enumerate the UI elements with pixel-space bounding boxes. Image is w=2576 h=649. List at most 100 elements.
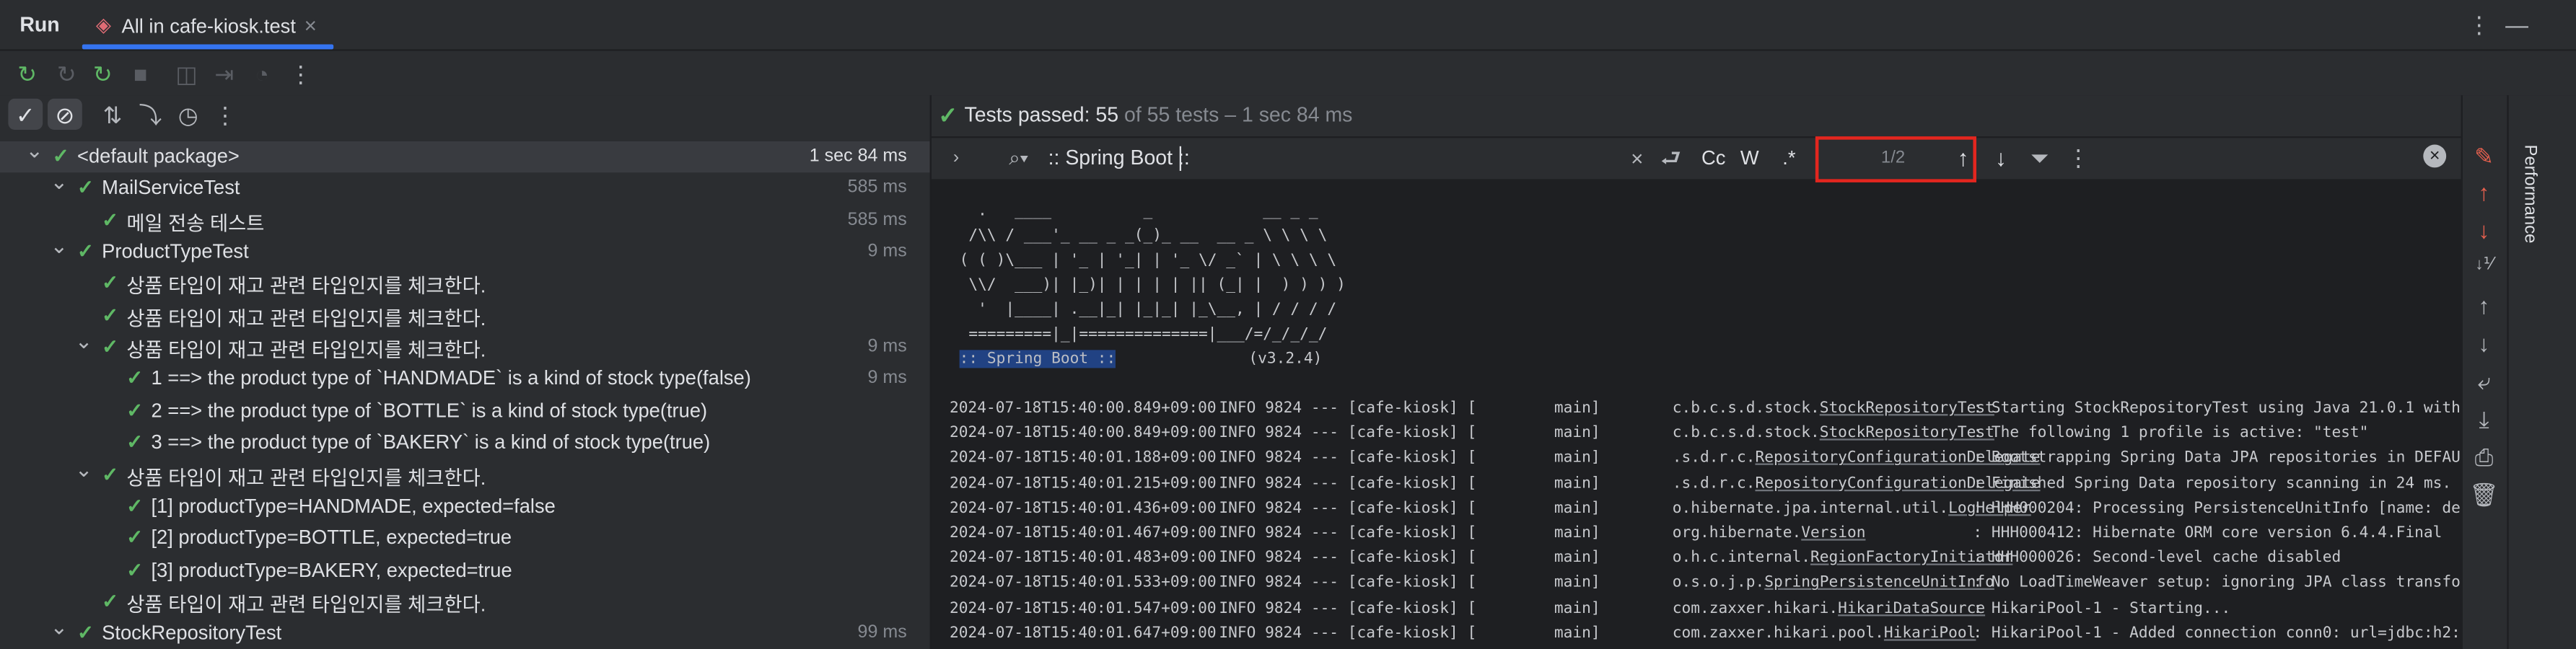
- chevron-down-icon[interactable]: ⌄: [75, 329, 93, 353]
- tab-close-icon[interactable]: ×: [301, 14, 320, 35]
- log-logger-class-link[interactable]: StockRepositoryTest: [1820, 399, 1994, 418]
- chevron-down-icon[interactable]: ⌄: [51, 615, 69, 640]
- trash-icon[interactable]: 🗑: [2469, 483, 2498, 506]
- log-message: : Bootstrapping Spring Data JPA reposito…: [1973, 449, 2461, 467]
- clear-search-icon[interactable]: ×: [1626, 146, 1648, 169]
- clear-all-icon[interactable]: ✎: [2473, 145, 2496, 168]
- stop-icon[interactable]: ■: [128, 61, 153, 85]
- tab-title: All in cafe-kiosk.test: [121, 14, 296, 38]
- log-logger: org.hibernate.Version: [1673, 521, 1866, 545]
- close-search-icon[interactable]: ×: [2423, 144, 2447, 168]
- toggle-auto-test-icon[interactable]: ↻: [90, 61, 115, 85]
- log-lvl: INFO 9824 --- [cafe-kiosk] [: [1219, 599, 1477, 617]
- chevron-down-icon[interactable]: ⌄: [25, 138, 43, 162]
- more-vertical-icon[interactable]: ⋮: [2468, 13, 2491, 36]
- test-tree-row[interactable]: ✓ 3 ==> the product type of `BAKERY` is a…: [0, 428, 930, 459]
- test-name: [3] productType=BAKERY, expected=true: [151, 557, 512, 581]
- performance-tool-button[interactable]: Performance: [2520, 145, 2540, 244]
- export-icon[interactable]: ⇥: [212, 61, 237, 85]
- log-logger-class-link[interactable]: SpringPersistenceUnitInfo: [1764, 574, 1994, 592]
- whole-words-toggle[interactable]: W: [1738, 146, 1761, 169]
- tests-passed-label: Tests passed: 55: [964, 103, 1119, 127]
- screenshot-icon[interactable]: ◫: [174, 61, 198, 85]
- log-lvl: INFO 9824 --- [cafe-kiosk] [: [1219, 645, 1476, 649]
- search-more-icon[interactable]: ⋮: [2067, 145, 2090, 169]
- test-history-icon[interactable]: ◷: [176, 102, 201, 126]
- chevron-down-icon[interactable]: ⌄: [51, 234, 69, 258]
- show-ignored-icon[interactable]: ⊘: [53, 102, 77, 126]
- scroll-to-end-icon[interactable]: ⤓: [2473, 407, 2496, 431]
- chevron-down-icon[interactable]: ⌄: [51, 169, 69, 194]
- soft-wrap-icon[interactable]: ⤶: [2473, 370, 2496, 393]
- minimize-icon[interactable]: —: [2505, 13, 2528, 36]
- log-thr: main]: [1554, 499, 1600, 518]
- test-name: 3 ==> the product type of `BAKERY` is a …: [151, 431, 711, 454]
- search-history-icon[interactable]: ⌕▾: [1004, 146, 1033, 169]
- log-logger-package: com.zaxxer.hikari.pool.: [1672, 624, 1884, 643]
- right-tool-strip: [2507, 95, 2576, 649]
- collapse-all-icon[interactable]: ⤵: [138, 102, 162, 126]
- match-case-toggle[interactable]: Cc: [1699, 146, 1728, 169]
- test-tree-row[interactable]: ✓ [3] productType=BAKERY, expected=true: [0, 555, 930, 586]
- banner-line: ' |____| .__|_| |_|_| |_\__, | / / / /: [959, 300, 1337, 319]
- test-tree-row[interactable]: ⌄ ✓ 상품 타입이 재고 관련 타입인지를 체크한다.: [0, 456, 930, 490]
- coverage-icon[interactable]: ◔: [250, 61, 274, 85]
- search-input[interactable]: :: Spring Boot ::: [1048, 146, 1190, 169]
- console-output[interactable]: . ____ _ __ _ _ /\\ / ___'_ __ _ _(_)_ _…: [950, 199, 2461, 649]
- log-ts: 2024-07-18T15:40:01.483+09:00: [949, 549, 1217, 568]
- test-tree-row[interactable]: ⌄ ✓ StockRepositoryTest 99 ms: [0, 615, 930, 649]
- log-logger-class-link[interactable]: StockRepositoryTest: [1820, 424, 1994, 442]
- test-tree-row[interactable]: ✓ 1 ==> the product type of `HANDMADE` is…: [0, 364, 930, 395]
- rerun-failed-icon[interactable]: ↻: [54, 61, 79, 85]
- print-icon[interactable]: ⎙: [2473, 445, 2496, 468]
- test-passed-icon: ✓: [76, 176, 94, 200]
- up-icon[interactable]: ↑: [2473, 294, 2496, 317]
- toolbar-more-icon[interactable]: ⋮: [289, 61, 312, 85]
- test-name: 상품 타입이 재고 관련 타입인지를 체크한다.: [126, 593, 486, 617]
- test-tree-row[interactable]: ⌄ ✓ ProductTypeTest 9 ms: [0, 234, 930, 268]
- log-ts: 2024-07-18T15:40:01.533+09:00: [949, 574, 1217, 593]
- test-name: StockRepositoryTest: [102, 621, 282, 645]
- next-occurrence-icon[interactable]: ↓: [1989, 145, 2012, 169]
- log-logger-package: o.hibernate.jpa.internal.util.: [1672, 499, 1949, 518]
- log-logger-class-link[interactable]: Version: [1801, 524, 1865, 542]
- down-icon[interactable]: ↓: [2473, 332, 2496, 355]
- banner-spring-boot-line: :: Spring Boot :: (v3.2.4): [959, 347, 1322, 371]
- test-passed-icon: ✓: [126, 431, 144, 454]
- tree-more-icon[interactable]: ⋮: [214, 102, 237, 126]
- sort-descending-icon[interactable]: ↓⅟: [2473, 255, 2496, 278]
- chevron-down-icon[interactable]: ⌄: [75, 456, 93, 480]
- test-duration: 9 ms: [867, 337, 907, 357]
- log-message: : No LoadTimeWeaver setup: ignoring JPA …: [1973, 574, 2461, 593]
- log-lvl: INFO 9824 --- [cafe-kiosk] [: [1219, 624, 1477, 643]
- rerun-icon[interactable]: ↻: [14, 61, 39, 85]
- test-tree-row[interactable]: ⌄ ✓ <default package> 1 sec 84 ms: [0, 138, 930, 173]
- next-failure-icon[interactable]: ↓: [2473, 218, 2496, 242]
- sort-alphabetically-icon[interactable]: ⇅: [100, 102, 125, 126]
- log-logger-class-link[interactable]: HikariPool: [1884, 624, 1976, 642]
- test-name: <default package>: [77, 144, 240, 168]
- log-lvl: INFO 9824 --- [cafe-kiosk] [: [1219, 524, 1477, 542]
- log-logger: o.s.o.j.p.SpringPersistenceUnitInfo: [1673, 571, 1994, 596]
- test-tree-row[interactable]: ✓ 상품 타입이 재고 관련 타입인지를 체크한다.: [0, 268, 930, 299]
- log-ts: 2024-07-18T15:40:01.547+09:00: [949, 599, 1217, 617]
- test-tree-row[interactable]: ✓ 상품 타입이 재고 관련 타입인지를 체크한다.: [0, 586, 930, 617]
- show-passed-icon[interactable]: ✓: [13, 102, 38, 126]
- test-tree-row[interactable]: ✓ 상품 타입이 재고 관련 타입인지를 체크한다.: [0, 300, 930, 331]
- previous-failure-icon[interactable]: ↑: [2473, 181, 2496, 204]
- new-line-toggle-icon[interactable]: ⮐: [1660, 146, 1683, 169]
- test-tree-row[interactable]: ✓ 2 ==> the product type of `BOTTLE` is a…: [0, 396, 930, 427]
- expand-search-icon[interactable]: ›: [945, 146, 968, 169]
- test-passed-icon: ✓: [76, 621, 94, 645]
- log-message: : HHH000412: Hibernate ORM core version …: [1973, 524, 2443, 542]
- test-tree-row[interactable]: ⌄ ✓ 상품 타입이 재고 관련 타입인지를 체크한다. 9 ms: [0, 329, 930, 363]
- test-tree-row[interactable]: ✓ [2] productType=BOTTLE, expected=true: [0, 523, 930, 554]
- regex-toggle[interactable]: .*: [1774, 146, 1804, 169]
- log-lvl: INFO 9824 --- [cafe-kiosk] [: [1219, 399, 1477, 418]
- test-tree-row[interactable]: ✓ 메일 전송 테스트 585 ms: [0, 205, 930, 236]
- test-tree-row[interactable]: ⌄ ✓ MailServiceTest 585 ms: [0, 169, 930, 204]
- test-tree-row[interactable]: ✓ [1] productType=HANDMADE, expected=fals…: [0, 491, 930, 522]
- log-logger-class-link[interactable]: HikariDataSource: [1838, 599, 1985, 617]
- log-ts: 2024-07-18T15:40:01.467+09:00: [949, 524, 1217, 542]
- filter-icon[interactable]: ⏷: [2028, 145, 2052, 169]
